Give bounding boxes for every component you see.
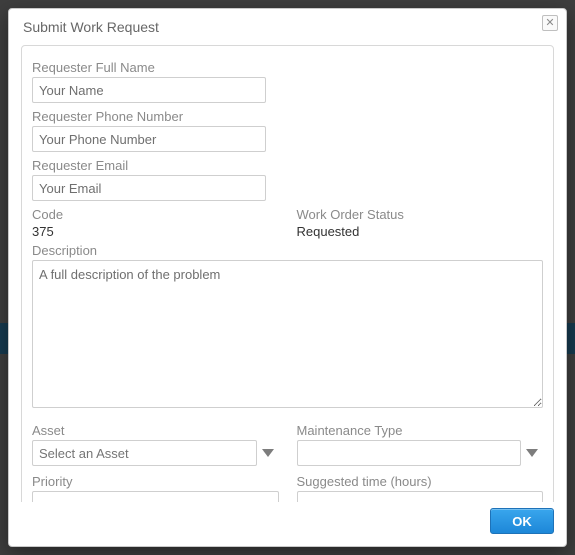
submit-work-request-modal: Submit Work Request ✕ Requester Full Nam… [8, 8, 567, 547]
chevron-down-icon[interactable] [521, 440, 543, 466]
modal-title: Submit Work Request [23, 19, 159, 35]
form-panel: Requester Full Name Requester Phone Numb… [21, 45, 554, 502]
requester-email-label: Requester Email [32, 158, 543, 173]
asset-select[interactable] [32, 440, 279, 466]
priority-input[interactable] [32, 491, 279, 502]
code-value: 375 [32, 224, 279, 239]
status-label: Work Order Status [297, 207, 544, 222]
requester-name-label: Requester Full Name [32, 60, 543, 75]
status-value: Requested [297, 224, 544, 239]
requester-phone-input[interactable] [32, 126, 266, 152]
description-label: Description [32, 243, 543, 258]
maintenance-type-label: Maintenance Type [297, 423, 544, 438]
requester-email-input[interactable] [32, 175, 266, 201]
requester-phone-label: Requester Phone Number [32, 109, 543, 124]
requester-name-input[interactable] [32, 77, 266, 103]
asset-select-value[interactable] [32, 440, 257, 466]
code-label: Code [32, 207, 279, 222]
priority-label: Priority [32, 474, 279, 489]
close-icon: ✕ [545, 17, 554, 29]
ok-button[interactable]: OK [490, 508, 554, 534]
suggested-time-input[interactable] [297, 491, 544, 502]
close-button[interactable]: ✕ [542, 15, 558, 31]
chevron-down-icon[interactable] [257, 440, 279, 466]
description-textarea[interactable] [32, 260, 543, 408]
maintenance-type-select-value[interactable] [297, 440, 522, 466]
modal-footer: OK [9, 502, 566, 546]
maintenance-type-select[interactable] [297, 440, 544, 466]
modal-body: Requester Full Name Requester Phone Numb… [9, 41, 566, 502]
asset-label: Asset [32, 423, 279, 438]
modal-header: Submit Work Request ✕ [9, 9, 566, 41]
suggested-time-label: Suggested time (hours) [297, 474, 544, 489]
